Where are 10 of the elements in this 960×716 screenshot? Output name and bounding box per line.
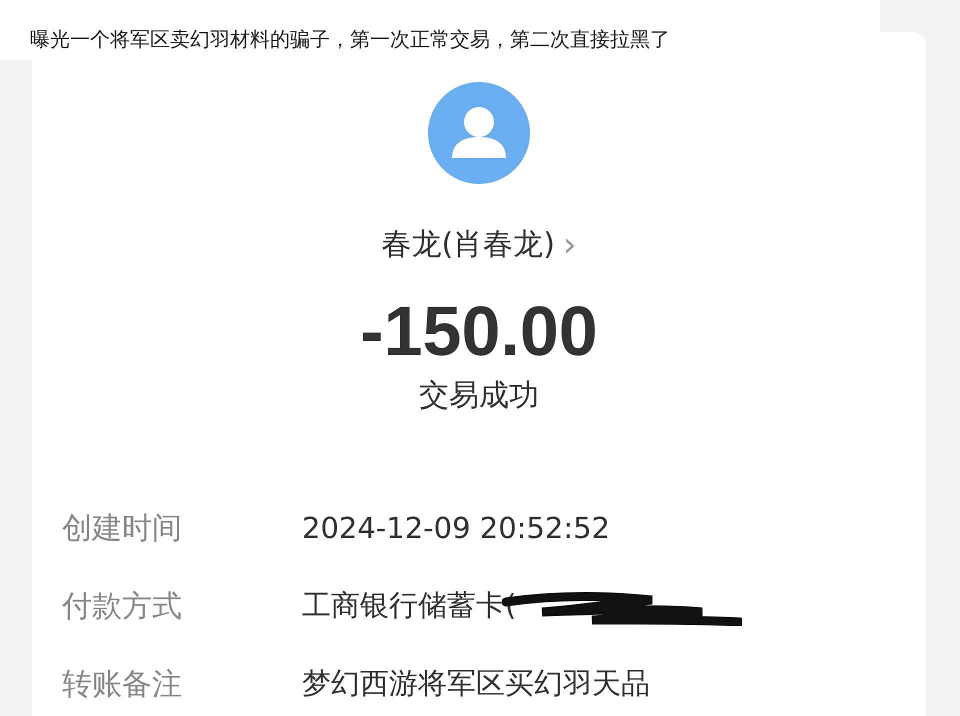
detail-label: 转账备注	[62, 666, 183, 704]
detail-value: 2024-12-09 20:52:52	[302, 511, 610, 545]
detail-label: 创建时间	[62, 510, 183, 548]
avatar-icon	[428, 82, 530, 184]
caption-text: 曝光一个将军区卖幻羽材料的骗子，第一次正常交易，第二次直接拉黑了	[30, 26, 670, 53]
detail-value: 梦幻西游将军区买幻羽天品	[302, 665, 650, 702]
detail-label: 付款方式	[62, 588, 183, 626]
status-text: 交易成功	[419, 377, 539, 415]
payee-name[interactable]: 春龙(肖春龙)	[381, 224, 555, 265]
amount-text: -150.00	[360, 291, 598, 371]
